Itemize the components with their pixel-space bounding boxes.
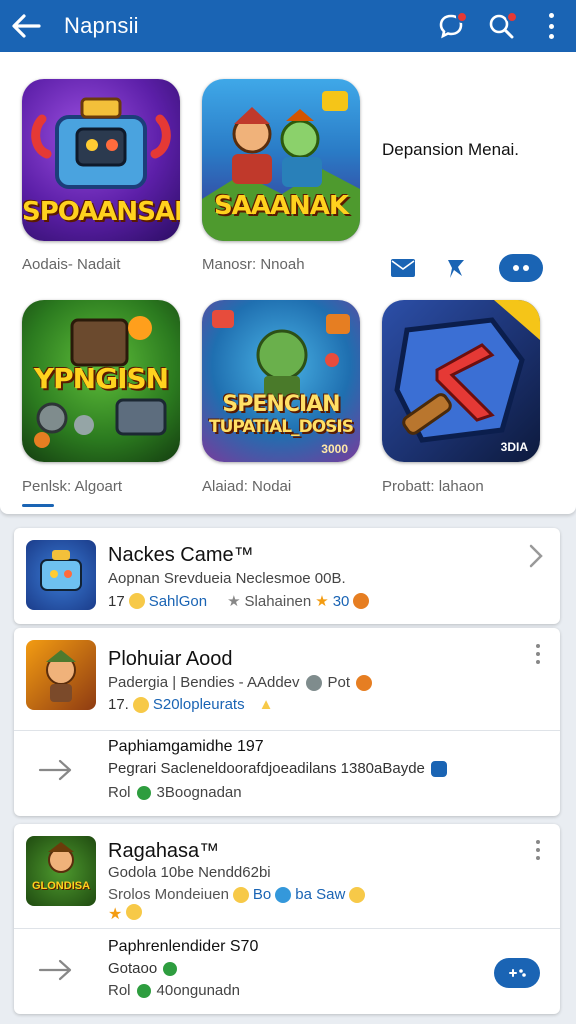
back-button[interactable]	[0, 0, 52, 52]
tile-artwork	[382, 300, 540, 462]
tile-caption: Penlsk: Algoart	[22, 478, 123, 495]
hero-icon	[46, 650, 76, 702]
arrow-right-icon[interactable]	[38, 958, 74, 982]
game-tile[interactable]: YPNGISN	[22, 300, 180, 462]
section-title: Depansion Menai.	[382, 140, 520, 159]
notification-dot	[456, 11, 468, 23]
back-arrow-icon	[12, 14, 41, 38]
rating-icons: ★	[108, 904, 143, 924]
app-title: Nackes Came™	[108, 544, 254, 566]
quick-actions	[388, 252, 543, 286]
star-icon: ★	[108, 906, 123, 923]
more-vert-icon[interactable]	[536, 840, 542, 860]
sub-meta: Rol 3Boognadan	[108, 784, 242, 801]
hammer-icon	[394, 300, 540, 443]
app-description: Aopnan Srevdueia Neclesmoe 00B.	[108, 570, 346, 587]
list-item[interactable]: GLONDISA Ragahasa™ Godola 10be Nendd62bi…	[14, 824, 560, 1014]
divider	[14, 730, 560, 731]
tile-word: YPNGISN	[33, 362, 169, 395]
chevron-right-icon[interactable]	[526, 542, 546, 570]
app-meta: 17. S20lopleurats ▲	[108, 696, 274, 713]
smile-icon	[132, 696, 149, 713]
thumb-word: GLONDISA	[31, 880, 91, 892]
mail-icon[interactable]	[390, 258, 416, 278]
app-description: Padergia | Bendies - AAddev Pot	[108, 674, 373, 691]
star-icon: ★	[315, 593, 329, 610]
tile-caption: Aodais- Nadait	[22, 256, 121, 273]
robot-icon	[40, 550, 82, 591]
tile-word: SPOAANSAI	[22, 197, 180, 227]
game-tile[interactable]: SAAANAK	[202, 79, 360, 241]
game-controller-button[interactable]	[494, 958, 540, 988]
app-thumbnail	[26, 540, 96, 610]
sub-description: Gotaoo	[108, 960, 178, 977]
more-button[interactable]	[536, 11, 566, 41]
sub-title: Paphiamgamidhe 197	[108, 738, 264, 755]
app-meta: Srolos Mondeiuen Bo ba Saw	[108, 886, 366, 903]
tile-caption: Probatt: lahaon	[382, 478, 484, 495]
app-thumbnail	[26, 640, 96, 710]
app-meta: 17 SahlGon ★ Slahainen ★ 30	[108, 592, 370, 610]
check-icon	[136, 983, 151, 998]
app-meta-link[interactable]: Bo	[253, 886, 271, 903]
tile-caption: Manosr: Nnoah	[202, 256, 305, 273]
warrior-icon	[212, 310, 350, 400]
page-title: Napnsii	[64, 13, 139, 38]
pin-icon[interactable]	[444, 256, 468, 280]
list-item[interactable]: Plohuiar Aood Padergia | Bendies - AAdde…	[14, 628, 560, 816]
game-tile[interactable]: SPOAANSAI	[22, 79, 180, 241]
check-icon	[163, 961, 178, 976]
warning-icon: ▲	[258, 696, 274, 713]
info-icon	[430, 760, 447, 777]
tile-word: SPENCIAN	[222, 392, 340, 417]
app-bar: Napnsii	[0, 0, 576, 52]
tile-word: SAAANAK	[213, 191, 349, 221]
badge-icon	[356, 674, 373, 691]
star-icon: ★	[227, 593, 241, 610]
tile-word-secondary: TUPATIAL_DOSIS	[209, 417, 354, 437]
globe-icon	[275, 886, 292, 903]
game-tile[interactable]: 3DIA	[382, 300, 540, 462]
app-thumbnail: GLONDISA	[26, 836, 96, 906]
badge-icon	[353, 593, 370, 609]
tile-artwork	[202, 300, 360, 462]
adventurer-icon	[48, 842, 74, 873]
game-controller-button[interactable]	[499, 254, 543, 282]
notification-dot	[506, 11, 518, 23]
featured-card: SPOAANSAI Aodais- Nadait SAAANAK Manosr:…	[0, 52, 576, 514]
more-vert-icon	[547, 13, 555, 39]
app-meta-link[interactable]: S20lopleurats	[153, 696, 245, 713]
check-icon	[136, 785, 151, 800]
sub-title: Paphrenlendider S70	[108, 938, 259, 955]
search-button[interactable]	[486, 11, 518, 41]
app-title: Ragahasa™	[108, 840, 220, 862]
arrow-right-icon[interactable]	[38, 758, 74, 782]
tile-badge: 3DIA	[500, 440, 528, 454]
gear-icon	[305, 674, 322, 691]
smile-icon	[349, 886, 366, 903]
sub-description: Pegrari Sacleneldoorafdjoeadilans 1380aB…	[108, 760, 447, 777]
more-vert-icon[interactable]	[536, 644, 542, 664]
controller-icon	[509, 969, 526, 977]
tile-caption: Alaiad: Nodai	[202, 478, 292, 495]
smile-icon	[128, 593, 145, 609]
chat-button[interactable]	[436, 11, 468, 41]
divider	[14, 928, 560, 929]
list-item[interactable]: Nackes Came™ Aopnan Srevdueia Neclesmoe …	[14, 528, 560, 624]
app-title: Plohuiar Aood	[108, 648, 233, 670]
tile-badge: 3000	[321, 442, 348, 456]
sub-meta: Rol 40ongunadn	[108, 982, 240, 999]
app-description: Godola 10be Nendd62bi	[108, 864, 271, 881]
smile-icon	[232, 886, 249, 903]
smile-icon	[126, 904, 143, 920]
app-meta-link[interactable]: SahlGon	[149, 593, 207, 610]
page-indicator	[22, 504, 54, 507]
game-tile[interactable]: SPENCIAN TUPATIAL_DOSIS 3000	[202, 300, 360, 462]
